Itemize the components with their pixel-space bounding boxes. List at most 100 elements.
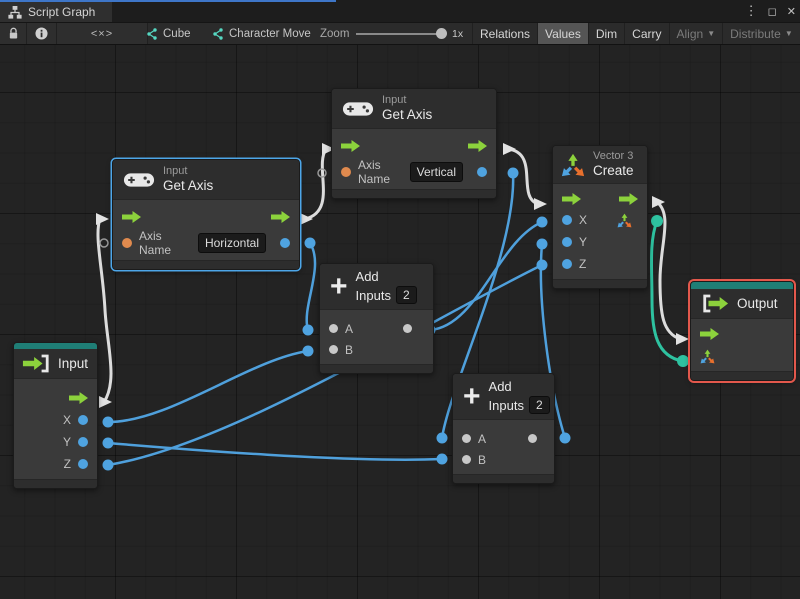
- output-port-y[interactable]: [78, 437, 88, 447]
- maximize-icon[interactable]: ◻: [768, 5, 777, 18]
- flow-in-port[interactable]: [700, 328, 719, 340]
- add-icon: +: [463, 379, 481, 413]
- flow-row: [691, 323, 793, 345]
- inputs-count-field[interactable]: 2: [395, 286, 417, 304]
- flow-in-port[interactable]: [562, 192, 581, 205]
- axis-name-input-port[interactable]: [122, 238, 132, 248]
- lock-button[interactable]: [0, 23, 27, 44]
- wire-input-x-to-add1-b[interactable]: [107, 349, 309, 424]
- node-get-axis-horizontal[interactable]: Input Get Axis Axis Name Horizontal: [112, 159, 300, 270]
- axis-name-input-port[interactable]: [341, 167, 351, 177]
- output-port-x[interactable]: [78, 415, 88, 425]
- axis-name-field[interactable]: Vertical: [409, 162, 463, 182]
- flow-out-port[interactable]: [69, 392, 88, 404]
- axis-name-row: Axis Name Horizontal: [113, 229, 299, 257]
- vector3-output-port[interactable]: [617, 213, 632, 228]
- graph-node-icon: [213, 27, 223, 40]
- inputs-label: Inputs: [488, 397, 524, 413]
- flow-out-port[interactable]: [271, 211, 290, 223]
- port-label-b: B: [345, 342, 354, 357]
- inputs-count-field[interactable]: 2: [528, 396, 550, 414]
- input-port-x[interactable]: [562, 215, 572, 225]
- values-toggle[interactable]: Values: [537, 23, 588, 44]
- node-footer: [320, 364, 433, 373]
- align-dropdown[interactable]: Align ▼: [668, 23, 723, 44]
- node-title: Create: [593, 163, 634, 178]
- port-ring-horizontal-axisname[interactable]: [99, 238, 109, 248]
- flow-in-port[interactable]: [341, 140, 360, 152]
- result-output-port[interactable]: [528, 434, 537, 443]
- node-get-axis-vertical[interactable]: Input Get Axis Axis Name Vertical: [331, 88, 497, 199]
- output-port-z[interactable]: [78, 459, 88, 469]
- port-row-z: Z: [14, 453, 97, 475]
- dim-toggle[interactable]: Dim: [587, 23, 624, 44]
- input-port-b[interactable]: [462, 455, 471, 464]
- info-icon: [35, 27, 48, 40]
- graph-node-icon: [147, 27, 157, 40]
- gamepad-icon: [342, 101, 374, 116]
- input-port-a[interactable]: [462, 434, 471, 443]
- distribute-dropdown[interactable]: Distribute ▼: [722, 23, 800, 44]
- tab-bar: Script Graph ⋮ ◻ ✕: [0, 0, 800, 22]
- unity-visual-scripting-window: Script Graph ⋮ ◻ ✕ <×> Cube Character Mo…: [0, 0, 800, 599]
- info-button[interactable]: [27, 23, 57, 44]
- port-row-y: Y: [14, 431, 97, 453]
- port-label-b: B: [478, 452, 487, 467]
- breadcrumb-character-move[interactable]: Character Move: [212, 23, 311, 44]
- edit-script-button[interactable]: <×>: [57, 23, 148, 44]
- graph-toolbar: <×> Cube Character Move Zoom 1x Relation…: [0, 22, 800, 45]
- flow-row: [553, 188, 647, 209]
- relations-toggle[interactable]: Relations: [472, 23, 537, 44]
- zoom-slider-knob[interactable]: [436, 28, 447, 39]
- node-footer: [453, 474, 554, 483]
- graph-canvas[interactable]: Input Get Axis Axis Name Vertical Input …: [0, 45, 800, 599]
- node-input[interactable]: Input X Y Z: [13, 342, 98, 489]
- node-vector3-create[interactable]: Vector 3 Create X Y Z: [552, 145, 648, 289]
- tab-script-graph[interactable]: Script Graph: [0, 2, 112, 22]
- node-subtitle: Input: [382, 94, 407, 106]
- value-output-port[interactable]: [280, 238, 290, 248]
- gamepad-icon: [123, 172, 155, 187]
- axis-name-label: Axis Name: [139, 229, 172, 257]
- axis-name-row: Axis Name Vertical: [332, 158, 496, 186]
- port-row-x: X: [553, 209, 647, 231]
- axis-name-label: Axis Name: [358, 158, 391, 186]
- result-output-port[interactable]: [403, 324, 412, 333]
- input-port-a[interactable]: [329, 324, 338, 333]
- input-icon: [22, 354, 49, 373]
- node-header: Input Get Axis: [113, 160, 299, 200]
- port-row-x: X: [14, 409, 97, 431]
- input-port-z[interactable]: [562, 259, 572, 269]
- port-label-z: Z: [63, 457, 71, 471]
- vector3-icon: [561, 153, 585, 176]
- flow-in-port[interactable]: [122, 211, 141, 223]
- port-row-z: Z: [553, 253, 647, 275]
- zoom-slider-track[interactable]: [356, 33, 444, 35]
- node-subtitle: Vector 3: [593, 150, 634, 162]
- lock-icon: [9, 27, 17, 39]
- node-footer: [113, 260, 299, 269]
- flow-out-port[interactable]: [468, 140, 487, 152]
- value-row: [691, 345, 793, 367]
- value-output-port[interactable]: [477, 167, 487, 177]
- node-output[interactable]: Output: [690, 281, 794, 381]
- node-footer: [332, 189, 496, 198]
- script-graph-icon: [8, 5, 22, 19]
- node-add-1[interactable]: + Add Inputs 2 A B: [319, 263, 434, 374]
- flow-out-port[interactable]: [619, 192, 638, 205]
- axis-name-field[interactable]: Horizontal: [197, 233, 266, 253]
- panel-menu-icon[interactable]: ⋮: [745, 3, 758, 19]
- input-port-b[interactable]: [329, 345, 338, 354]
- input-port-y[interactable]: [562, 237, 572, 247]
- vector-wire-endpoints[interactable]: [651, 215, 689, 367]
- carry-toggle[interactable]: Carry: [624, 23, 668, 44]
- port-row-b: B: [453, 449, 554, 470]
- wire-flow-getaxis-horizontal-to-vertical[interactable]: [303, 147, 328, 221]
- node-header: + Add Inputs 2: [453, 374, 554, 420]
- vector3-input-port[interactable]: [700, 349, 715, 364]
- node-add-2[interactable]: + Add Inputs 2 A B: [452, 373, 555, 484]
- wire-horizontal-value-to-add1-a[interactable]: [305, 242, 317, 331]
- node-header: Input: [14, 349, 97, 379]
- breadcrumb-cube[interactable]: Cube: [146, 23, 191, 44]
- close-icon[interactable]: ✕: [787, 5, 796, 18]
